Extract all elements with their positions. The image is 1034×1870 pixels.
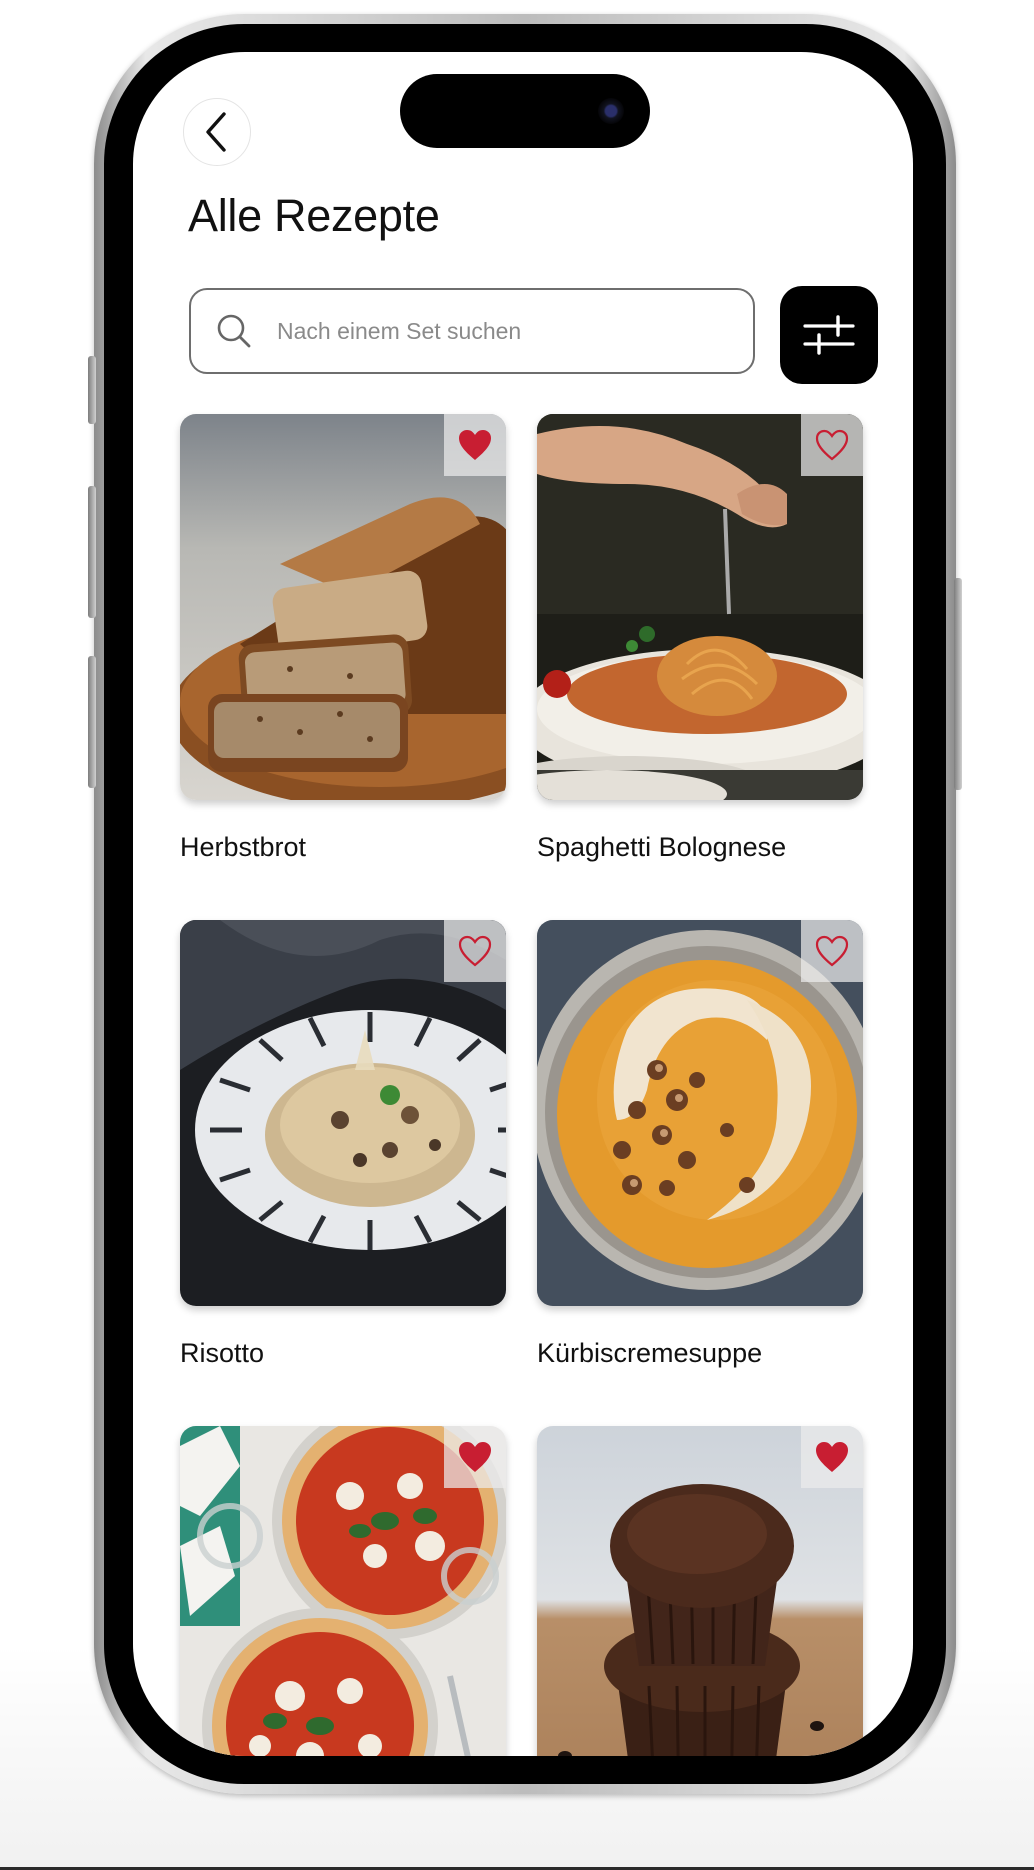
recipe-card-spaghetti[interactable]: Spaghetti Bolognese <box>537 414 863 862</box>
favorite-button[interactable] <box>444 920 506 982</box>
recipe-card-herbstbrot[interactable]: Herbstbrot <box>180 414 506 862</box>
heart-outline-icon <box>815 935 849 967</box>
recipe-photo-bread[interactable] <box>180 414 506 800</box>
heart-outline-icon <box>815 429 849 461</box>
recipe-card-risotto[interactable]: Risotto <box>180 920 506 1368</box>
filter-button[interactable] <box>780 286 878 384</box>
recipe-name: Herbstbrot <box>180 832 307 862</box>
heart-outline-icon <box>458 935 492 967</box>
back-button[interactable] <box>183 98 251 166</box>
phone-volume-down <box>88 656 96 788</box>
recipe-name: Kürbiscremesuppe <box>537 1338 763 1368</box>
recipe-name: Spaghetti Bolognese <box>537 832 787 862</box>
favorite-button[interactable] <box>801 920 863 982</box>
phone-volume-up <box>88 486 96 618</box>
camera-icon <box>598 98 624 124</box>
recipe-photo-pizza[interactable] <box>180 1426 506 1756</box>
page-title: Alle Rezepte <box>188 190 440 241</box>
chevron-left-icon <box>206 112 226 152</box>
sliders-icon <box>803 315 855 355</box>
favorite-button[interactable] <box>444 414 506 476</box>
favorite-button[interactable] <box>801 414 863 476</box>
heart-filled-icon <box>459 430 491 460</box>
search-input[interactable] <box>275 316 719 346</box>
recipe-photo-soup[interactable] <box>537 920 863 1306</box>
recipe-photo-risotto[interactable] <box>180 920 506 1306</box>
recipe-name: Risotto <box>180 1338 265 1368</box>
stage: Alle Rezepte Nach einem Set suchen Herbs… <box>0 0 1034 1870</box>
dynamic-island <box>400 74 650 148</box>
favorite-button[interactable] <box>801 1426 863 1488</box>
search-field[interactable] <box>189 288 755 374</box>
recipe-card-pizza[interactable] <box>180 1426 506 1756</box>
heart-filled-icon <box>816 1442 848 1472</box>
recipe-photo-muffins[interactable] <box>537 1426 863 1756</box>
phone-silent-switch <box>88 356 96 424</box>
recipe-photo-spaghetti[interactable] <box>537 414 863 800</box>
favorite-button[interactable] <box>444 1426 506 1488</box>
heart-filled-icon <box>459 1442 491 1472</box>
app-screen: Alle Rezepte Nach einem Set suchen Herbs… <box>133 52 913 1756</box>
search-icon <box>215 312 253 350</box>
recipe-card-kuerbiscremesuppe[interactable]: Kürbiscremesuppe <box>537 920 863 1368</box>
phone-power-button <box>954 578 962 790</box>
recipe-card-muffins[interactable] <box>537 1426 863 1756</box>
